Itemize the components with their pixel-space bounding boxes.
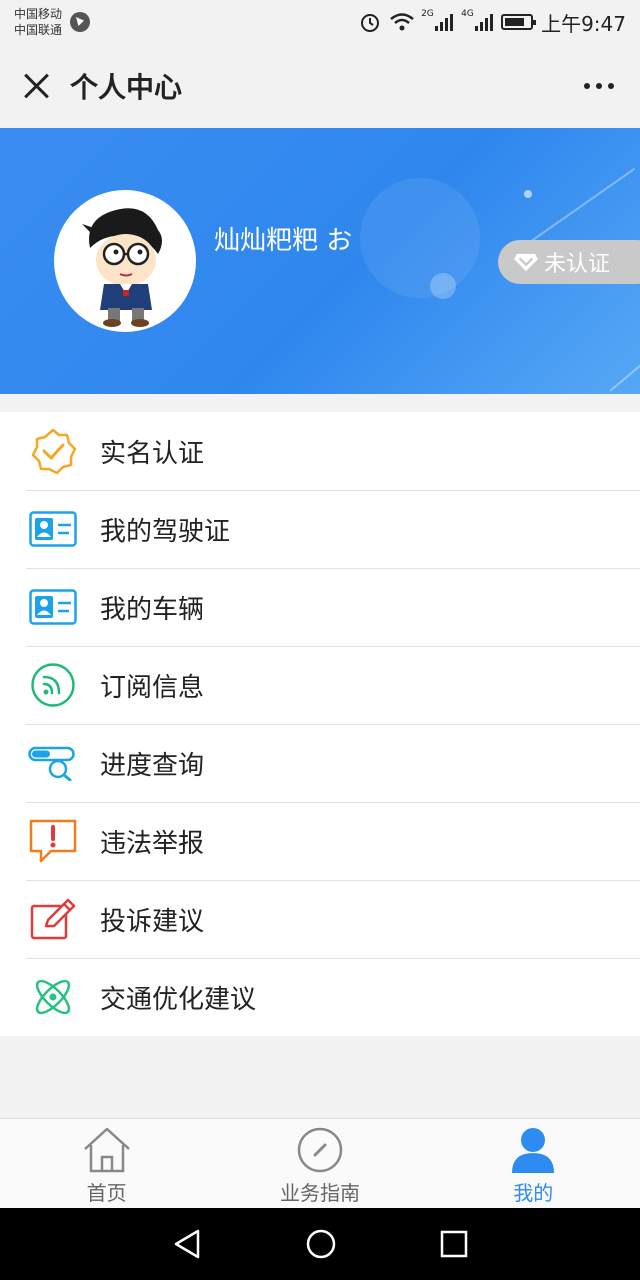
menu-item-label: 投诉建议 <box>100 906 205 937</box>
signal-2g-icon: 2G <box>421 9 454 31</box>
compass-icon <box>297 1127 343 1173</box>
menu-item-label: 订阅信息 <box>100 672 205 703</box>
menu-item-label: 我的驾驶证 <box>100 516 231 547</box>
page-title: 个人中心 <box>70 71 183 104</box>
tab-label: 业务指南 <box>279 1181 360 1205</box>
menu-item-my-vehicle[interactable]: 我的车辆 <box>0 568 640 646</box>
report-alert-icon <box>28 816 78 866</box>
progress-search-icon <box>28 738 78 788</box>
carrier-1: 中国移动 <box>14 7 63 21</box>
menu-item-label: 交通优化建议 <box>100 984 257 1015</box>
avatar-cartoon-icon <box>82 208 162 327</box>
menu-item-real-name[interactable]: 实名认证 <box>0 412 640 490</box>
menu-item-progress-query[interactable]: 进度查询 <box>0 724 640 802</box>
edit-icon <box>28 894 78 944</box>
title-bar: 个人中心 <box>0 44 640 128</box>
carrier-2: 中国联通 <box>14 23 63 37</box>
rss-icon <box>28 660 78 710</box>
tab-home[interactable]: 首页 <box>0 1119 213 1208</box>
tab-mine[interactable]: 我的 <box>427 1119 640 1208</box>
user-icon <box>512 1128 555 1173</box>
tab-business-guide[interactable]: 业务指南 <box>213 1119 426 1208</box>
status-bar: 中国移动 中国联通 2G 4G 上午9:47 <box>0 0 640 44</box>
close-icon[interactable] <box>22 72 50 100</box>
menu-item-label: 进度查询 <box>100 750 205 781</box>
system-nav-bar <box>0 1208 640 1280</box>
verify-status-badge[interactable]: 未认证 <box>498 240 640 284</box>
menu-item-driver-license[interactable]: 我的驾驶证 <box>0 490 640 568</box>
verified-badge-icon <box>28 426 78 476</box>
status-icons: 2G 4G 上午9:47 <box>359 8 626 37</box>
menu-item-traffic-optimization[interactable]: 交通优化建议 <box>0 958 640 1036</box>
bottom-tab-bar: 首页 业务指南 我的 <box>0 1118 640 1208</box>
verify-status-label: 未认证 <box>544 252 611 277</box>
menu-item-violation-report[interactable]: 违法举报 <box>0 802 640 880</box>
menu-item-complaint[interactable]: 投诉建议 <box>0 880 640 958</box>
id-card-icon <box>28 504 78 554</box>
tab-label: 首页 <box>86 1181 127 1205</box>
menu-item-label: 我的车辆 <box>100 594 205 625</box>
recent-apps-icon[interactable] <box>440 1230 468 1258</box>
atom-icon <box>28 972 78 1022</box>
app-notification-icon <box>70 12 91 32</box>
menu-list: 实名认证 我的驾驶证 我的车辆 订阅信息 进度查询 违法举报 投诉建议 交通优化… <box>0 412 640 1036</box>
signal-4g-icon: 4G <box>461 9 494 31</box>
menu-item-label: 实名认证 <box>100 438 205 469</box>
carrier-info: 中国移动 中国联通 <box>14 6 62 38</box>
profile-banner: 灿灿粑粑 お 未认证 <box>0 128 640 394</box>
back-icon[interactable] <box>172 1228 202 1260</box>
avatar[interactable] <box>54 190 196 332</box>
clock: 上午9:47 <box>541 11 626 36</box>
tab-label: 我的 <box>513 1181 554 1205</box>
wifi-icon <box>390 13 414 31</box>
menu-item-label: 违法举报 <box>100 828 205 859</box>
diamond-icon <box>514 253 538 272</box>
home-circle-icon[interactable] <box>305 1228 337 1260</box>
home-icon <box>83 1127 130 1173</box>
alarm-icon <box>361 14 380 32</box>
more-icon[interactable] <box>580 75 618 97</box>
id-card-icon <box>28 582 78 632</box>
battery-icon <box>501 14 537 30</box>
username: 灿灿粑粑 お <box>214 226 353 256</box>
menu-item-subscription[interactable]: 订阅信息 <box>0 646 640 724</box>
